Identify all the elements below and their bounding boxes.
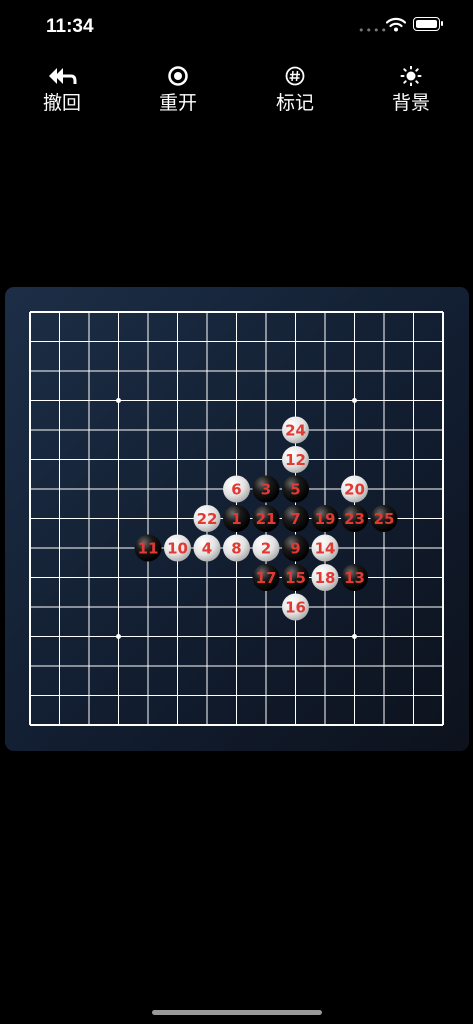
undo-label: 撤回 xyxy=(42,92,81,114)
star-point xyxy=(352,634,357,639)
wifi-icon xyxy=(386,17,406,32)
white-stone: 6 xyxy=(223,475,250,503)
white-stone: 8 xyxy=(223,534,250,562)
black-stone: 3 xyxy=(252,475,280,503)
move-number: 13 xyxy=(344,569,365,587)
move-number: 17 xyxy=(256,569,277,587)
white-stone: 4 xyxy=(193,534,221,562)
move-number: 2 xyxy=(261,540,271,558)
undo-arrow-icon xyxy=(49,68,77,84)
move-number: 25 xyxy=(374,510,395,528)
move-number: 12 xyxy=(285,451,306,469)
black-stone: 21 xyxy=(252,505,280,532)
restart-button[interactable]: 重开 xyxy=(138,62,218,115)
black-stone: 9 xyxy=(282,534,309,562)
mark-button[interactable]: 标记 xyxy=(255,62,335,115)
sun-icon xyxy=(400,66,422,86)
white-stone: 14 xyxy=(311,534,339,562)
black-stone: 19 xyxy=(311,505,339,532)
star-point xyxy=(116,634,121,639)
move-number: 4 xyxy=(202,540,212,558)
move-number: 6 xyxy=(231,481,241,499)
black-stone: 13 xyxy=(341,564,368,591)
move-number: 22 xyxy=(197,510,218,528)
signal-icon: •••• xyxy=(358,24,388,37)
move-number: 1 xyxy=(231,510,241,528)
toolbar: 撤回 重开 标记 背景 xyxy=(0,62,473,122)
restart-ring-icon xyxy=(168,66,188,86)
black-stone: 5 xyxy=(282,475,309,503)
move-number: 5 xyxy=(290,481,300,499)
star-point xyxy=(352,398,357,403)
move-number: 23 xyxy=(344,510,365,528)
move-number: 7 xyxy=(290,510,300,528)
move-number: 16 xyxy=(285,599,306,617)
white-stone: 18 xyxy=(311,564,339,591)
move-number: 10 xyxy=(167,540,188,558)
white-stone: 2 xyxy=(252,534,280,562)
white-stone: 22 xyxy=(193,505,221,532)
move-number: 3 xyxy=(261,481,271,499)
move-number: 11 xyxy=(138,540,159,558)
black-stone: 23 xyxy=(341,505,368,532)
undo-button[interactable]: 撤回 xyxy=(22,62,102,115)
white-stone: 12 xyxy=(282,446,309,473)
battery-icon xyxy=(413,17,440,31)
move-number: 24 xyxy=(285,422,306,440)
move-number: 9 xyxy=(290,540,300,558)
white-stone: 10 xyxy=(164,534,191,562)
battery-tip xyxy=(441,21,443,26)
move-number: 8 xyxy=(231,540,241,558)
black-stone: 11 xyxy=(134,534,162,562)
gomoku-board[interactable]: 12345678 91011121314151617 1819202122 23242… xyxy=(5,287,469,751)
move-number: 20 xyxy=(344,481,365,499)
mark-label: 标记 xyxy=(275,92,314,114)
move-number: 15 xyxy=(285,569,306,587)
background-label: 背景 xyxy=(391,92,430,114)
status-time: 11:34 xyxy=(46,16,94,37)
board-panel: 1 2 3 4 5 6 7 8 9 10 11 12 13 14 15 16 17 18 19 20 21 22 23 24 2… xyxy=(5,287,469,751)
background-button[interactable]: 背景 xyxy=(371,62,451,115)
black-stone: 15 xyxy=(282,564,309,591)
black-stone: 7 xyxy=(282,505,309,532)
black-stone: 25 xyxy=(370,505,398,532)
home-indicator xyxy=(152,1010,322,1015)
black-stone: 17 xyxy=(252,564,280,591)
star-point xyxy=(116,398,121,403)
move-number: 14 xyxy=(315,540,336,558)
white-stone: 16 xyxy=(282,593,309,621)
move-number: 21 xyxy=(256,510,277,528)
hash-mark-icon xyxy=(285,66,305,86)
restart-label: 重开 xyxy=(158,92,197,114)
move-number: 19 xyxy=(315,510,336,528)
status-bar: 11:34 •••• xyxy=(0,0,473,54)
white-stone: 20 xyxy=(341,475,368,503)
black-stone: 1 xyxy=(223,505,250,532)
white-stone: 24 xyxy=(282,416,309,444)
move-number: 18 xyxy=(315,569,336,587)
